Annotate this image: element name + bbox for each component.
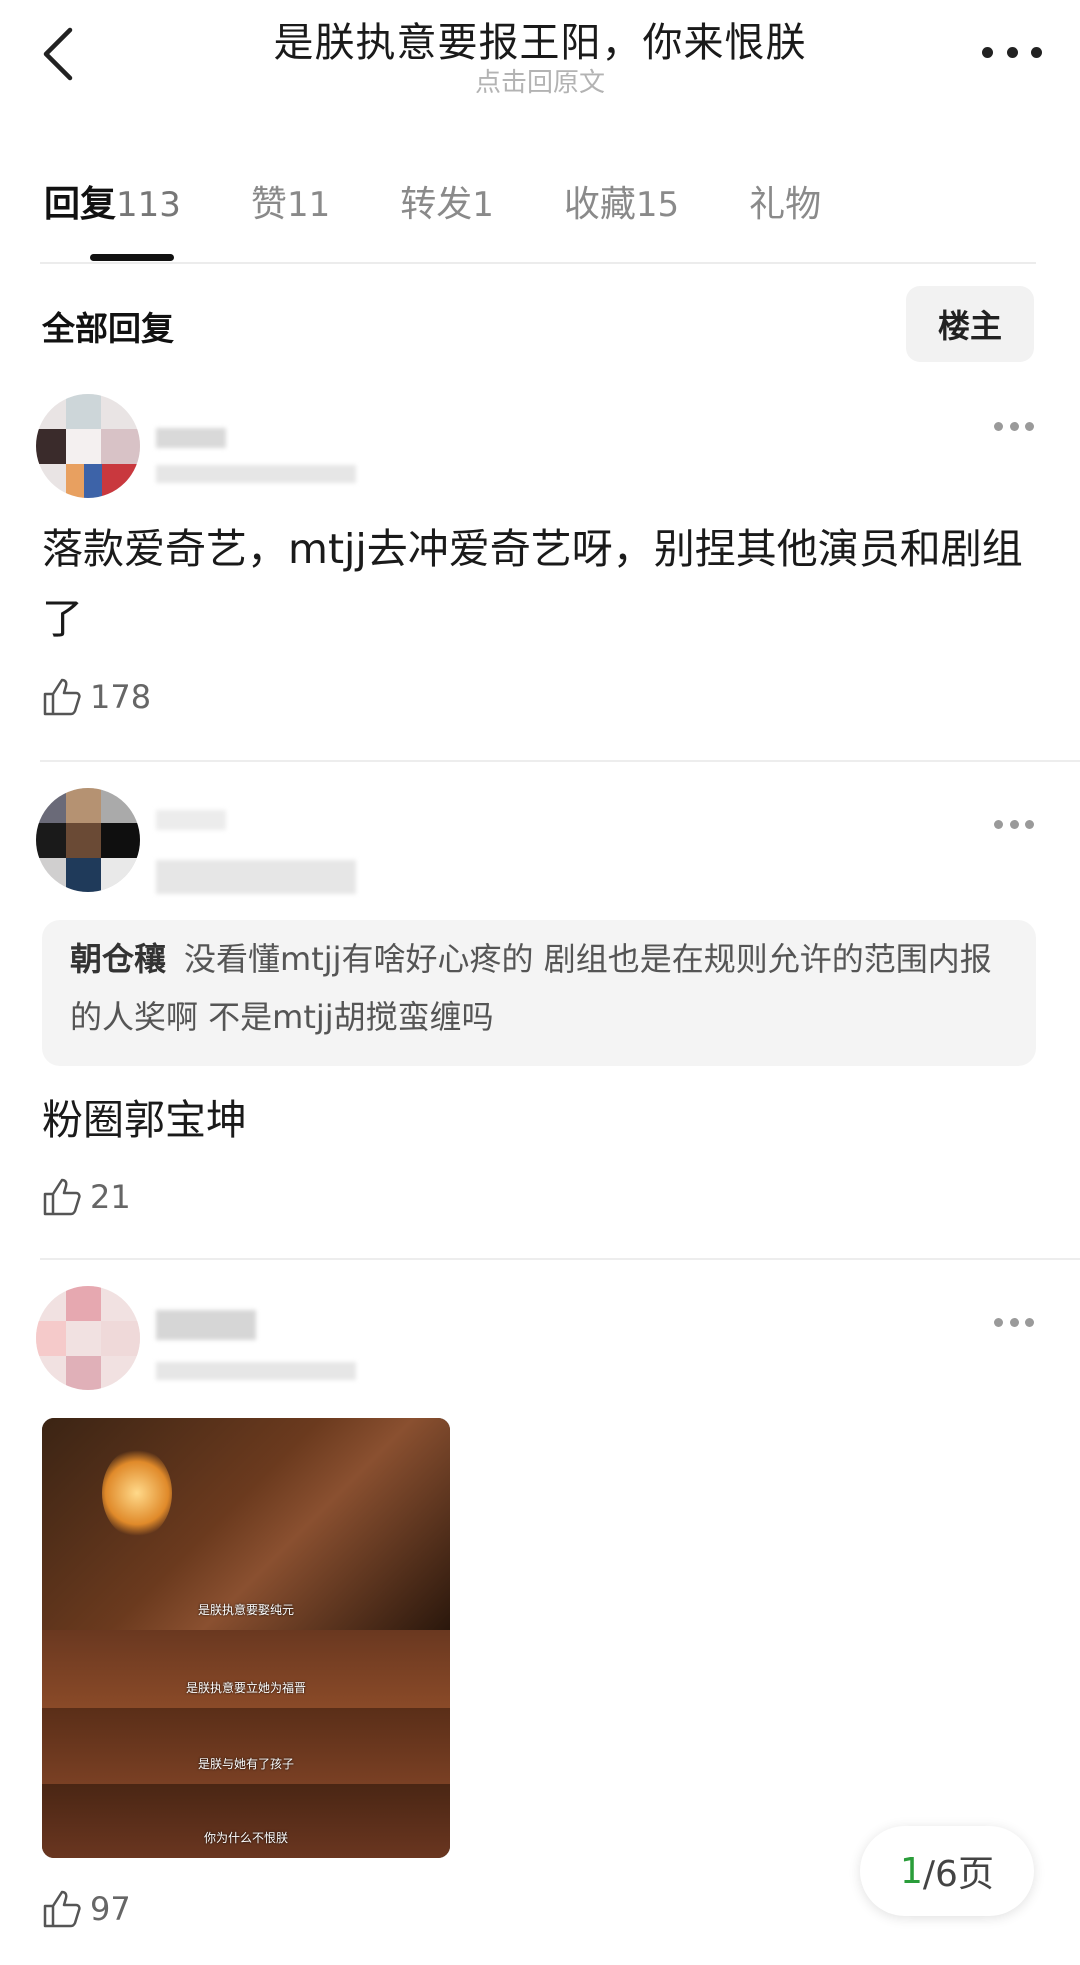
like-button[interactable]: 21	[42, 1172, 131, 1222]
image-caption: 你为什么不恨朕	[203, 1831, 288, 1845]
thumbs-up-icon	[43, 1890, 81, 1928]
page-title: 是朕执意要报王阳，你来恨朕	[273, 20, 807, 66]
more-options-icon[interactable]	[982, 40, 1042, 64]
username[interactable]	[156, 1310, 256, 1340]
more-options-icon[interactable]	[994, 422, 1034, 432]
avatar[interactable]	[36, 1286, 140, 1390]
avatar[interactable]	[36, 394, 140, 498]
attached-image[interactable]: 是朕执意要娶纯元 是朕执意要立她为福晋 是朕与她有了孩子 你为什么不恨朕	[42, 1418, 450, 1858]
active-tab-indicator	[90, 254, 174, 261]
tab-favorites[interactable]: 收藏15	[564, 175, 679, 235]
op-only-button[interactable]: 楼主	[906, 286, 1034, 362]
tab-likes[interactable]: 赞11	[251, 175, 330, 235]
quote-author[interactable]: 朝仓穰	[70, 940, 166, 978]
like-count: 178	[90, 678, 152, 716]
quote-text: 没看懂mtjj有啥好心疼的 剧组也是在规则允许的范围内报的人奖啊 不是mtjj胡…	[70, 940, 992, 1036]
divider	[40, 760, 1080, 762]
comment-text: 落款爱奇艺，mtjj去冲爱奇艺呀，别捏其他演员和剧组了	[42, 525, 1023, 643]
more-options-icon[interactable]	[994, 820, 1034, 830]
divider	[40, 1258, 1080, 1260]
image-caption: 是朕执意要立她为福晋	[185, 1681, 306, 1695]
like-count: 97	[90, 1890, 131, 1928]
view-original-link[interactable]: 点击回原文	[0, 62, 1080, 99]
comment-text: 粉圈郭宝坤	[42, 1096, 247, 1144]
divider	[40, 262, 1036, 264]
tab-bar: 回复113 赞11 转发1 收藏15 礼物	[44, 175, 891, 235]
image-caption: 是朕与她有了孩子	[197, 1757, 294, 1771]
like-button[interactable]: 97	[42, 1884, 131, 1934]
image-caption: 是朕执意要娶纯元	[197, 1603, 294, 1617]
tab-gifts[interactable]: 礼物	[749, 175, 821, 235]
more-options-icon[interactable]	[994, 1318, 1034, 1328]
username[interactable]	[156, 428, 226, 448]
thumbs-up-icon	[43, 678, 81, 716]
total-pages: /6页	[922, 1854, 994, 1895]
tab-reposts[interactable]: 转发1	[400, 175, 494, 235]
thumbs-up-icon	[43, 1178, 81, 1216]
current-page: 1	[900, 1850, 923, 1892]
page-indicator[interactable]: 1/6页	[860, 1826, 1034, 1916]
avatar[interactable]	[36, 788, 140, 892]
timestamp	[156, 465, 356, 483]
like-button[interactable]: 178	[42, 672, 151, 722]
timestamp	[156, 860, 356, 894]
like-count: 21	[90, 1178, 131, 1216]
section-title: 全部回复	[42, 309, 174, 348]
username[interactable]	[156, 810, 226, 830]
quoted-reply[interactable]: 朝仓穰 没看懂mtjj有啥好心疼的 剧组也是在规则允许的范围内报的人奖啊 不是mt…	[42, 920, 1036, 1066]
timestamp	[156, 1362, 356, 1380]
tab-replies[interactable]: 回复113	[44, 175, 181, 235]
